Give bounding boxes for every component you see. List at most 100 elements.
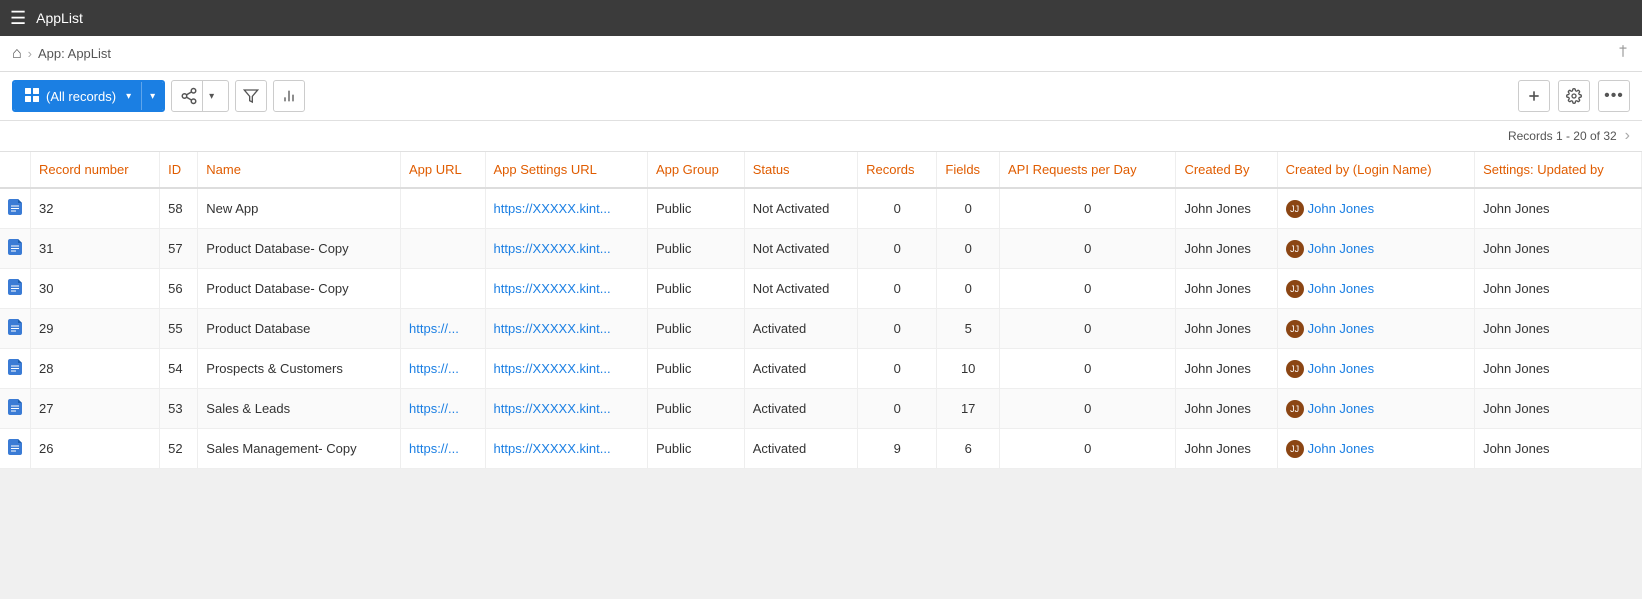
col-api-requests[interactable]: API Requests per Day xyxy=(1000,152,1176,188)
created-by-login-link[interactable]: JJ John Jones xyxy=(1286,360,1466,378)
created-by-login-cell: JJ John Jones xyxy=(1277,389,1474,429)
created-by-login-link[interactable]: JJ John Jones xyxy=(1286,200,1466,218)
settings-button[interactable] xyxy=(1558,80,1590,112)
api-requests-cell: 0 xyxy=(1000,349,1176,389)
filter-button[interactable] xyxy=(235,80,267,112)
app-url-link[interactable]: https://... xyxy=(409,361,459,376)
app-url-link[interactable]: https://... xyxy=(409,401,459,416)
col-fields[interactable]: Fields xyxy=(937,152,1000,188)
col-id[interactable]: ID xyxy=(160,152,198,188)
created-by-login-link[interactable]: JJ John Jones xyxy=(1286,400,1466,418)
breadcrumb-separator: › xyxy=(28,46,32,61)
app-settings-url-link[interactable]: https://XXXXX.kint... xyxy=(494,441,611,456)
view-dropdown-chevron: ▾ xyxy=(150,91,155,102)
row-icon-cell xyxy=(0,229,31,269)
col-records[interactable]: Records xyxy=(858,152,937,188)
fields-cell: 10 xyxy=(937,349,1000,389)
records-cell: 9 xyxy=(858,429,937,469)
app-group-cell: Public xyxy=(647,309,744,349)
share-button[interactable]: ▾ xyxy=(171,80,229,112)
table-row: 29 55 Product Database https://... https… xyxy=(0,309,1642,349)
col-status[interactable]: Status xyxy=(744,152,857,188)
home-icon[interactable]: ⌂ xyxy=(12,45,22,63)
avatar: JJ xyxy=(1286,200,1304,218)
col-name[interactable]: Name xyxy=(198,152,401,188)
app-group-cell: Public xyxy=(647,269,744,309)
more-button[interactable]: ••• xyxy=(1598,80,1630,112)
record-name: Product Database- Copy xyxy=(198,229,401,269)
app-url-link[interactable]: https://... xyxy=(409,321,459,336)
col-app-url[interactable]: App URL xyxy=(401,152,486,188)
row-icon-cell xyxy=(0,389,31,429)
app-url-cell xyxy=(401,188,486,229)
api-requests-cell: 0 xyxy=(1000,229,1176,269)
col-created-by-login[interactable]: Created by (Login Name) xyxy=(1277,152,1474,188)
app-url-link[interactable]: https://... xyxy=(409,441,459,456)
avatar: JJ xyxy=(1286,280,1304,298)
app-settings-url-cell: https://XXXXX.kint... xyxy=(485,229,647,269)
table-container: Record number ID Name App URL App Settin… xyxy=(0,152,1642,469)
next-page-button[interactable]: › xyxy=(1625,127,1630,145)
app-settings-url-cell: https://XXXXX.kint... xyxy=(485,349,647,389)
pin-icon[interactable] xyxy=(1616,44,1630,63)
settings-updated-by-cell: John Jones xyxy=(1475,429,1642,469)
record-number: 32 xyxy=(31,188,160,229)
record-number: 29 xyxy=(31,309,160,349)
add-button[interactable] xyxy=(1518,80,1550,112)
created-by-cell: John Jones xyxy=(1176,269,1277,309)
created-by-login-name: John Jones xyxy=(1308,361,1375,376)
app-settings-url-link[interactable]: https://XXXXX.kint... xyxy=(494,401,611,416)
view-dropdown-btn[interactable]: ▾ xyxy=(141,82,163,110)
status-cell: Activated xyxy=(744,309,857,349)
view-selector[interactable]: (All records) ▾ ▾ xyxy=(12,80,165,112)
status-cell: Activated xyxy=(744,429,857,469)
created-by-login-name: John Jones xyxy=(1308,241,1375,256)
created-by-login-link[interactable]: JJ John Jones xyxy=(1286,240,1466,258)
settings-updated-by-cell: John Jones xyxy=(1475,188,1642,229)
app-group-cell: Public xyxy=(647,389,744,429)
table-row: 28 54 Prospects & Customers https://... … xyxy=(0,349,1642,389)
created-by-login-name: John Jones xyxy=(1308,321,1375,336)
app-settings-url-link[interactable]: https://XXXXX.kint... xyxy=(494,201,611,216)
row-icon-cell xyxy=(0,269,31,309)
col-icon xyxy=(0,152,31,188)
breadcrumb-bar: ⌂ › App: AppList xyxy=(0,36,1642,72)
row-icon-cell xyxy=(0,429,31,469)
avatar: JJ xyxy=(1286,400,1304,418)
created-by-login-link[interactable]: JJ John Jones xyxy=(1286,440,1466,458)
created-by-login-name: John Jones xyxy=(1308,401,1375,416)
records-cell: 0 xyxy=(858,349,937,389)
col-app-group[interactable]: App Group xyxy=(647,152,744,188)
created-by-login-link[interactable]: JJ John Jones xyxy=(1286,320,1466,338)
chart-button[interactable] xyxy=(273,80,305,112)
record-id: 55 xyxy=(160,309,198,349)
app-settings-url-cell: https://XXXXX.kint... xyxy=(485,429,647,469)
record-number: 31 xyxy=(31,229,160,269)
records-cell: 0 xyxy=(858,389,937,429)
app-settings-url-cell: https://XXXXX.kint... xyxy=(485,389,647,429)
api-requests-cell: 0 xyxy=(1000,389,1176,429)
hamburger-icon[interactable]: ☰ xyxy=(10,8,26,29)
share-dropdown-btn[interactable]: ▾ xyxy=(202,81,220,111)
col-settings-updated-by[interactable]: Settings: Updated by xyxy=(1475,152,1642,188)
app-settings-url-link[interactable]: https://XXXXX.kint... xyxy=(494,241,611,256)
record-doc-icon xyxy=(8,359,22,375)
created-by-login-name: John Jones xyxy=(1308,441,1375,456)
app-settings-url-link[interactable]: https://XXXXX.kint... xyxy=(494,281,611,296)
created-by-login-name: John Jones xyxy=(1308,201,1375,216)
data-table: Record number ID Name App URL App Settin… xyxy=(0,152,1642,469)
api-requests-cell: 0 xyxy=(1000,188,1176,229)
toolbar-right: ••• xyxy=(1518,80,1630,112)
created-by-login-link[interactable]: JJ John Jones xyxy=(1286,280,1466,298)
view-selector-left[interactable]: (All records) ▾ xyxy=(14,82,141,110)
col-created-by[interactable]: Created By xyxy=(1176,152,1277,188)
app-settings-url-link[interactable]: https://XXXXX.kint... xyxy=(494,321,611,336)
app-url-cell: https://... xyxy=(401,309,486,349)
app-url-cell: https://... xyxy=(401,389,486,429)
status-cell: Not Activated xyxy=(744,188,857,229)
table-row: 26 52 Sales Management- Copy https://...… xyxy=(0,429,1642,469)
app-settings-url-link[interactable]: https://XXXXX.kint... xyxy=(494,361,611,376)
view-label: (All records) xyxy=(46,89,116,104)
col-app-settings-url[interactable]: App Settings URL xyxy=(485,152,647,188)
col-record-number[interactable]: Record number xyxy=(31,152,160,188)
